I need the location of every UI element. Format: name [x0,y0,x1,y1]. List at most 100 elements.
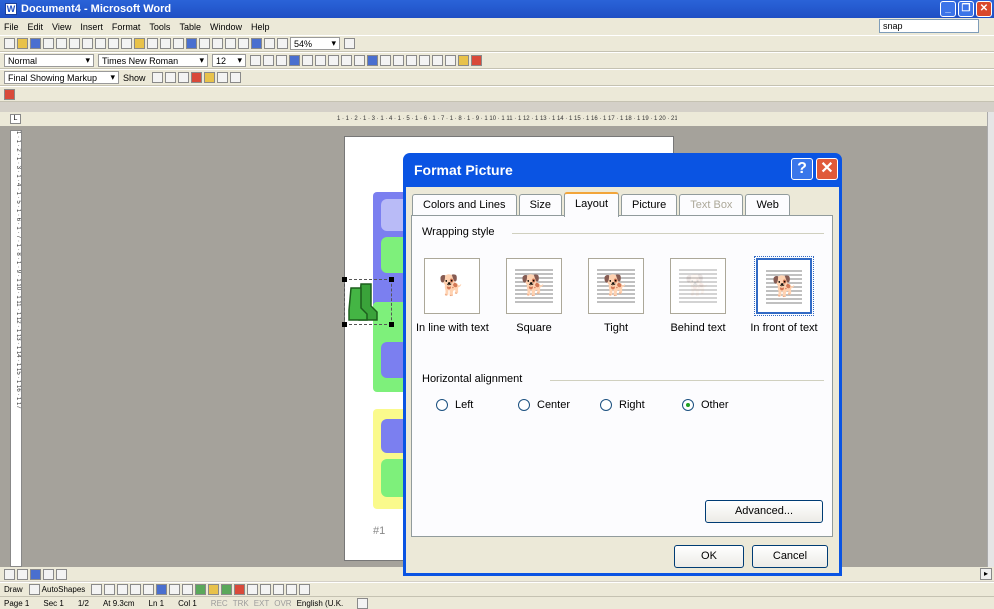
align-right-radio[interactable]: Right [600,399,645,411]
cut-icon[interactable] [108,38,119,49]
align-right-icon[interactable] [315,55,326,66]
menu-file[interactable]: File [4,22,19,32]
status-ovr[interactable]: OVR [274,599,291,608]
justify-icon[interactable] [328,55,339,66]
ltr-icon[interactable] [367,55,378,66]
tab-selector[interactable]: L [10,114,21,124]
tab-layout[interactable]: Layout [563,192,619,217]
insert-excel-icon[interactable] [225,38,236,49]
rtl-icon[interactable] [380,55,391,66]
draw-menu[interactable]: Draw [4,585,23,594]
scroll-right-icon[interactable]: ▸ [980,568,992,580]
dialog-title-bar[interactable]: Format Picture ? ✕ [406,153,839,187]
line-style-icon[interactable] [247,584,259,595]
numbering-icon[interactable] [393,55,404,66]
hyperlink-icon[interactable] [186,38,197,49]
status-trk[interactable]: TRK [233,599,249,608]
menu-view[interactable]: View [52,22,71,32]
tab-colors-and-lines[interactable]: Colors and Lines [412,194,517,216]
web-view-icon[interactable] [17,568,28,580]
arrow-style-icon[interactable] [273,584,285,595]
line-icon[interactable] [91,584,103,595]
redo-icon[interactable] [173,38,184,49]
dash-style-icon[interactable] [260,584,272,595]
wrap-behind-option[interactable]: 🐕 Behind text [662,258,734,334]
toolbar-icon[interactable] [4,88,15,100]
tab-size[interactable]: Size [518,194,562,216]
insert-table-icon[interactable] [212,38,223,49]
wrap-in-line-option[interactable]: 🐕 In line with text [416,258,489,334]
tab-web[interactable]: Web [745,194,790,216]
align-center-icon[interactable] [302,55,313,66]
zoom-select[interactable]: 54% ▾ [290,37,340,50]
align-other-radio[interactable]: Other [682,399,729,411]
track-changes-icon[interactable] [216,72,228,83]
clipart-icon[interactable] [182,584,194,595]
underline-icon[interactable] [276,55,287,66]
draw-font-color-icon[interactable] [234,584,246,595]
resize-handle[interactable] [342,322,347,327]
resize-handle[interactable] [389,277,394,282]
accept-change-icon[interactable] [177,72,189,83]
close-window-button[interactable]: ✕ [976,1,992,17]
oval-icon[interactable] [130,584,142,595]
next-change-icon[interactable] [164,72,176,83]
save-icon[interactable] [30,38,41,49]
drawing-icon[interactable] [251,38,262,49]
status-rec[interactable]: REC [211,599,228,608]
show-hide-icon[interactable] [277,38,288,49]
textbox-icon[interactable] [143,584,155,595]
show-menu[interactable]: Show [123,73,146,83]
wrap-in-front-option[interactable]: 🐕 In front of text [748,256,820,334]
print-layout-icon[interactable] [30,568,41,580]
line-spacing-icon[interactable] [354,55,365,66]
3d-icon[interactable] [299,584,311,595]
rectangle-icon[interactable] [117,584,129,595]
reviewing-pane-icon[interactable] [229,72,241,83]
ask-question-box[interactable]: snap [879,19,979,33]
menu-insert[interactable]: Insert [80,22,103,32]
horizontal-ruler[interactable]: 1 · 1 · 2 · 1 · 3 · 1 · 4 · 1 · 5 · 1 · … [337,112,677,126]
previous-change-icon[interactable] [151,72,163,83]
ok-button[interactable]: OK [674,545,744,568]
menu-window[interactable]: Window [210,22,242,32]
paste-icon[interactable] [134,38,145,49]
menu-edit[interactable]: Edit [28,22,44,32]
line-color-icon[interactable] [221,584,233,595]
minimize-button[interactable]: _ [940,1,956,17]
undo-icon[interactable] [160,38,171,49]
print-icon[interactable] [69,38,80,49]
reject-change-icon[interactable] [190,72,202,83]
advanced-button[interactable]: Advanced... [705,500,823,523]
close-icon[interactable]: ✕ [816,158,838,180]
align-left-icon[interactable] [289,55,300,66]
select-objects-icon[interactable] [28,584,40,595]
bullets-icon[interactable] [406,55,417,66]
format-painter-icon[interactable] [147,38,158,49]
distributed-icon[interactable] [341,55,352,66]
document-map-icon[interactable] [264,38,275,49]
permission-icon[interactable] [43,38,54,49]
restore-button[interactable]: ❐ [958,1,974,17]
align-center-radio[interactable]: Center [518,399,570,411]
font-select[interactable]: Times New Roman ▾ [98,54,208,67]
highlight-icon[interactable] [458,55,469,66]
resize-handle[interactable] [342,277,347,282]
menu-help[interactable]: Help [251,22,270,32]
new-icon[interactable] [4,38,15,49]
vertical-scrollbar[interactable] [987,112,994,567]
menu-table[interactable]: Table [179,22,201,32]
wordart-icon[interactable] [156,584,168,595]
shadow-icon[interactable] [286,584,298,595]
menu-format[interactable]: Format [112,22,141,32]
arrow-icon[interactable] [104,584,116,595]
status-ext[interactable]: EXT [254,599,270,608]
copy-icon[interactable] [121,38,132,49]
resize-handle[interactable] [389,322,394,327]
spelling-icon[interactable] [95,38,106,49]
normal-view-icon[interactable] [4,568,15,580]
email-icon[interactable] [56,38,67,49]
markup-select[interactable]: Final Showing Markup ▾ [4,71,119,84]
outline-view-icon[interactable] [43,568,54,580]
open-icon[interactable] [17,38,28,49]
